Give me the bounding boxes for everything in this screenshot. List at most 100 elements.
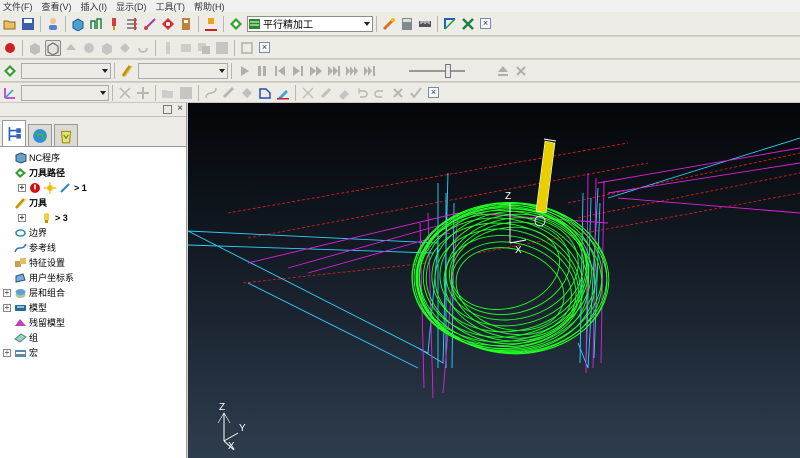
speed-slider[interactable] bbox=[409, 63, 465, 79]
frame-icon[interactable] bbox=[239, 40, 255, 56]
redo-icon[interactable] bbox=[372, 85, 388, 101]
workplane-dropdown[interactable] bbox=[21, 84, 109, 101]
go-end-icon[interactable] bbox=[362, 63, 378, 79]
wireframe-icon[interactable] bbox=[45, 39, 61, 56]
workplane-align-icon[interactable] bbox=[442, 16, 458, 32]
block-icon[interactable] bbox=[70, 16, 86, 32]
view-iso-icon[interactable] bbox=[63, 40, 79, 56]
strategy-select[interactable]: 平行精加工 bbox=[247, 15, 373, 32]
tree-item-models[interactable]: + 模型 bbox=[0, 300, 186, 315]
tab-explorer[interactable] bbox=[2, 120, 26, 146]
open-icon[interactable] bbox=[2, 16, 18, 32]
view-front-icon[interactable] bbox=[81, 40, 97, 56]
tree-item-tool-3[interactable]: + > 3 bbox=[0, 210, 186, 225]
expand-icon[interactable]: + bbox=[18, 213, 26, 222]
toolpath-calc-icon[interactable] bbox=[203, 16, 219, 32]
toolpath-select-icon[interactable] bbox=[2, 63, 18, 79]
move-icon[interactable] bbox=[135, 85, 151, 101]
tool-dropdown[interactable] bbox=[138, 62, 228, 79]
view-rotate-icon[interactable] bbox=[135, 40, 151, 56]
pin-icon[interactable] bbox=[163, 105, 172, 114]
draw-icon[interactable] bbox=[275, 85, 291, 101]
menu-insert[interactable]: 插入(I) bbox=[78, 0, 114, 13]
tree-item-macros[interactable]: + 宏 bbox=[0, 345, 186, 360]
expand-icon[interactable]: + bbox=[3, 288, 11, 297]
cross-tools-icon[interactable] bbox=[460, 16, 476, 32]
menu-view[interactable]: 查看(V) bbox=[39, 0, 78, 13]
section-icon[interactable] bbox=[160, 40, 176, 56]
simulation-icon[interactable] bbox=[381, 16, 397, 32]
expand-icon[interactable]: + bbox=[3, 348, 11, 357]
model-icon bbox=[14, 302, 27, 314]
save-icon[interactable] bbox=[20, 16, 36, 32]
tree-item-toolpath-1[interactable]: + > 1 bbox=[0, 180, 186, 195]
tree-item-groups[interactable]: 组 bbox=[0, 330, 186, 345]
trim-icon[interactable] bbox=[300, 85, 316, 101]
brush-icon[interactable] bbox=[318, 85, 334, 101]
leads-links-icon[interactable] bbox=[142, 16, 158, 32]
view-toolbar-close-icon[interactable]: × bbox=[259, 42, 270, 53]
menu-help[interactable]: 帮助(H) bbox=[191, 0, 231, 13]
undo-icon[interactable] bbox=[354, 85, 370, 101]
feed-rate-icon[interactable] bbox=[124, 16, 140, 32]
tab-recycle[interactable] bbox=[54, 124, 78, 146]
open-file-icon[interactable] bbox=[160, 85, 176, 101]
expand-icon[interactable]: + bbox=[18, 183, 26, 192]
record-icon[interactable] bbox=[2, 40, 18, 56]
axis-z-label: Z bbox=[219, 402, 225, 413]
expand-icon[interactable]: + bbox=[3, 303, 11, 312]
view-top-icon[interactable] bbox=[117, 40, 133, 56]
chain-icon[interactable] bbox=[221, 85, 237, 101]
tree-item-tools[interactable]: 刀具 bbox=[0, 195, 186, 210]
pattern-edit-icon[interactable] bbox=[239, 85, 255, 101]
shade-icon[interactable] bbox=[27, 40, 43, 56]
workplane-icon[interactable] bbox=[2, 85, 18, 101]
calculator-icon[interactable] bbox=[399, 16, 415, 32]
tree-item-nc-programs[interactable]: NC程序 bbox=[0, 150, 186, 165]
tree-item-patterns[interactable]: 参考线 bbox=[0, 240, 186, 255]
step-forward-icon[interactable] bbox=[290, 63, 306, 79]
toolbar-close-icon[interactable]: × bbox=[480, 18, 491, 29]
tree-item-workplanes[interactable]: 用户坐标系 bbox=[0, 270, 186, 285]
stock-copy-icon[interactable] bbox=[196, 40, 212, 56]
boundary-edit-icon[interactable] bbox=[257, 85, 273, 101]
menu-display[interactable]: 显示(D) bbox=[113, 0, 153, 13]
delete-icon[interactable] bbox=[390, 85, 406, 101]
user-icon[interactable] bbox=[45, 16, 61, 32]
start-point-icon[interactable] bbox=[160, 16, 176, 32]
transform-icon[interactable] bbox=[117, 85, 133, 101]
edit-toolbar-close-icon[interactable]: × bbox=[428, 87, 439, 98]
tree-item-stock-models[interactable]: 残留模型 bbox=[0, 315, 186, 330]
next-feature-icon[interactable] bbox=[326, 63, 342, 79]
tree-item-toolpaths[interactable]: 刀具路径 bbox=[0, 165, 186, 180]
tool-holder-icon[interactable] bbox=[106, 16, 122, 32]
step-back-icon[interactable] bbox=[272, 63, 288, 79]
stock-save-icon[interactable] bbox=[214, 40, 230, 56]
tree-item-levels[interactable]: + 层和组合 bbox=[0, 285, 186, 300]
tab-web[interactable] bbox=[28, 124, 52, 146]
graphics-viewport[interactable]: Z X Z Y X bbox=[188, 103, 800, 458]
accept-icon[interactable] bbox=[408, 85, 424, 101]
tree-item-boundaries[interactable]: 边界 bbox=[0, 225, 186, 240]
play-icon[interactable] bbox=[236, 63, 252, 79]
curve-icon[interactable] bbox=[203, 85, 219, 101]
tool-select-icon[interactable] bbox=[119, 63, 135, 79]
pause-icon[interactable] bbox=[254, 63, 270, 79]
toolpath-dropdown[interactable] bbox=[21, 62, 111, 79]
next-move-icon[interactable] bbox=[308, 63, 324, 79]
end-point-icon[interactable] bbox=[178, 16, 194, 32]
view-side-icon[interactable] bbox=[99, 40, 115, 56]
erase-icon[interactable] bbox=[336, 85, 352, 101]
toolpath-strategy-icon[interactable] bbox=[228, 16, 244, 32]
stock-icon[interactable] bbox=[178, 40, 194, 56]
menu-file[interactable]: 文件(F) bbox=[0, 0, 39, 13]
rapid-move-icon[interactable] bbox=[88, 16, 104, 32]
save-file-icon[interactable] bbox=[178, 85, 194, 101]
tree-item-feature-sets[interactable]: 特征设置 bbox=[0, 255, 186, 270]
menu-tools[interactable]: 工具(T) bbox=[153, 0, 192, 13]
eject-icon[interactable] bbox=[495, 63, 511, 79]
next-toolpath-icon[interactable] bbox=[344, 63, 360, 79]
ruler-icon[interactable] bbox=[417, 16, 433, 32]
panel-close-icon[interactable]: × bbox=[177, 104, 183, 114]
sim-close-icon[interactable] bbox=[513, 63, 529, 79]
